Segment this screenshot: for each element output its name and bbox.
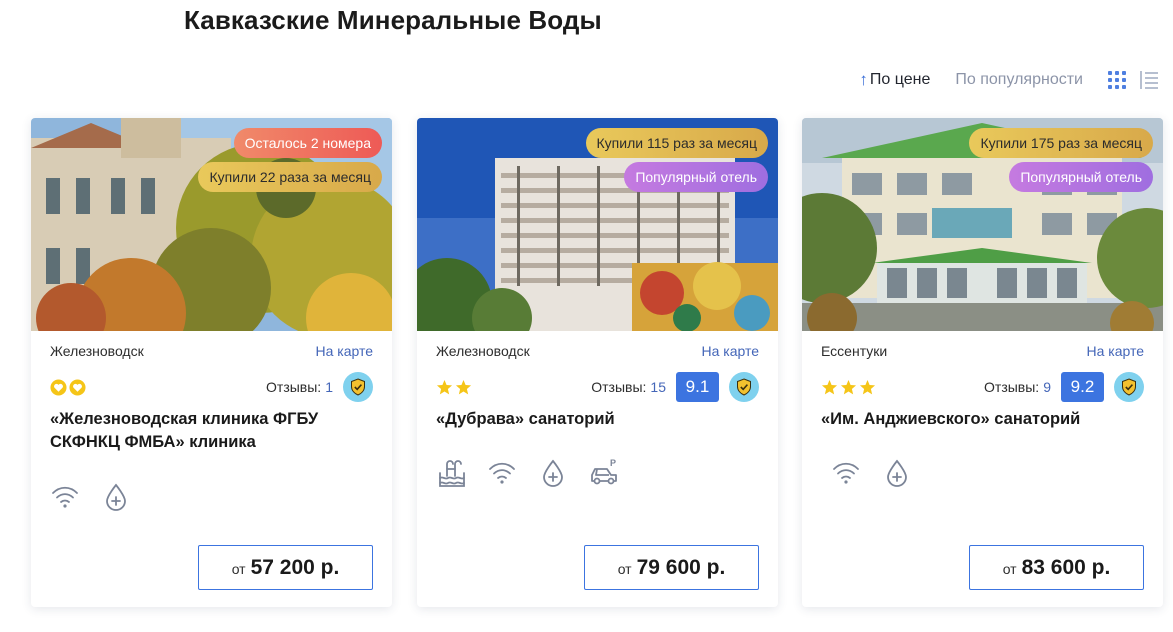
sort-by-price[interactable]: ↑ По цене (859, 70, 930, 90)
reviews-count[interactable]: 15 (650, 379, 666, 395)
wifi-icon (489, 462, 515, 484)
star-icon (455, 379, 472, 394)
reviews-block: Отзывы: 1 (266, 372, 373, 402)
sort-by-price-label: По цене (869, 71, 931, 88)
popular-badge: Популярный отель (1009, 162, 1153, 192)
wifi-icon (52, 486, 78, 508)
heart-icon (69, 378, 86, 396)
parking-icon: P (591, 458, 617, 485)
rooms-left-badge: Осталось 2 номера (233, 128, 382, 158)
reviews-count[interactable]: 9 (1043, 379, 1051, 395)
price-value: 79 600 р. (636, 555, 726, 579)
grid-view-icon[interactable] (1107, 70, 1127, 90)
badge-stack: Купили 115 раз за месяц Популярный отель (585, 128, 768, 192)
price-prefix: от (1002, 561, 1017, 577)
reviews-label: Отзывы: (984, 379, 1040, 395)
price-value: 57 200 р. (250, 555, 340, 579)
price-button[interactable]: от 79 600 р. (584, 545, 759, 590)
medical-drop-icon (887, 459, 907, 487)
hotel-photo[interactable]: Осталось 2 номера Купили 22 раза за меся… (31, 118, 392, 331)
heart-icon (50, 378, 67, 396)
rating-row: Отзывы: 1 (50, 372, 373, 402)
reviews-block: Отзывы: 15 9.1 (591, 372, 759, 402)
star-icon (821, 379, 838, 394)
hotel-name[interactable]: «Железноводская клиника ФГБУ СКФНКЦ ФМБА… (50, 408, 373, 454)
map-link[interactable]: На карте (701, 343, 759, 359)
bought-badge: Купили 115 раз за месяц (585, 128, 768, 158)
score-badge: 9.1 (676, 372, 719, 402)
price-button[interactable]: от 83 600 р. (969, 545, 1144, 590)
star-icon (859, 379, 876, 394)
wifi-icon (833, 462, 859, 484)
hotel-card[interactable]: Купили 175 раз за месяц Популярный отель… (802, 118, 1163, 607)
verified-shield-icon (343, 372, 373, 402)
price-button[interactable]: от 57 200 р. (198, 545, 373, 590)
hotel-photo[interactable]: Купили 115 раз за месяц Популярный отель (417, 118, 778, 331)
badge-stack: Осталось 2 номера Купили 22 раза за меся… (198, 128, 382, 192)
reviews-count[interactable]: 1 (325, 379, 333, 395)
bought-badge: Купили 22 раза за месяц (198, 162, 382, 192)
map-link[interactable]: На карте (315, 343, 373, 359)
amenities-list (831, 458, 912, 488)
pool-icon (439, 460, 465, 487)
verified-shield-icon (729, 372, 759, 402)
hotel-name[interactable]: «Им. Анджиевского» санаторий (821, 408, 1144, 431)
price-prefix: от (231, 561, 246, 577)
page-title: Кавказские Минеральные Воды (184, 5, 602, 35)
map-link[interactable]: На карте (1086, 343, 1144, 359)
arrow-up-icon: ↑ (859, 70, 868, 89)
rating-row: Отзывы: 15 9.1 (436, 372, 759, 402)
badge-stack: Купили 175 раз за месяц Популярный отель (969, 128, 1153, 192)
rating-stars (821, 379, 876, 396)
city-label: Железноводск (50, 343, 144, 359)
hotel-photo[interactable]: Купили 175 раз за месяц Популярный отель (802, 118, 1163, 331)
rating-hearts (50, 378, 86, 396)
hotel-card[interactable]: Осталось 2 номера Купили 22 раза за меся… (31, 118, 392, 607)
city-label: Железноводск (436, 343, 530, 359)
verified-shield-icon (1114, 372, 1144, 402)
reviews-label: Отзывы: (266, 379, 322, 395)
amenities-list (50, 482, 131, 512)
star-icon (436, 379, 453, 394)
popular-badge: Популярный отель (624, 162, 768, 192)
price-prefix: от (617, 561, 632, 577)
sort-bar: ↑ По цене По популярности (859, 68, 1159, 92)
hotel-name[interactable]: «Дубрава» санаторий (436, 408, 759, 431)
star-icon (840, 379, 857, 394)
hotel-card[interactable]: Купили 115 раз за месяц Популярный отель… (417, 118, 778, 607)
city-label: Ессентуки (821, 343, 888, 359)
list-view-icon[interactable] (1139, 70, 1159, 90)
bought-badge: Купили 175 раз за месяц (969, 128, 1153, 158)
rating-row: Отзывы: 9 9.2 (821, 372, 1144, 402)
medical-drop-icon (543, 459, 563, 487)
svg-text:P: P (610, 458, 616, 468)
score-badge: 9.2 (1061, 372, 1104, 402)
medical-drop-icon (106, 483, 126, 511)
sort-by-popularity[interactable]: По популярности (955, 71, 1083, 89)
rating-stars (436, 379, 472, 396)
reviews-block: Отзывы: 9 9.2 (984, 372, 1144, 402)
reviews-label: Отзывы: (591, 379, 647, 395)
price-value: 83 600 р. (1021, 555, 1111, 579)
amenities-list: P (436, 458, 619, 488)
